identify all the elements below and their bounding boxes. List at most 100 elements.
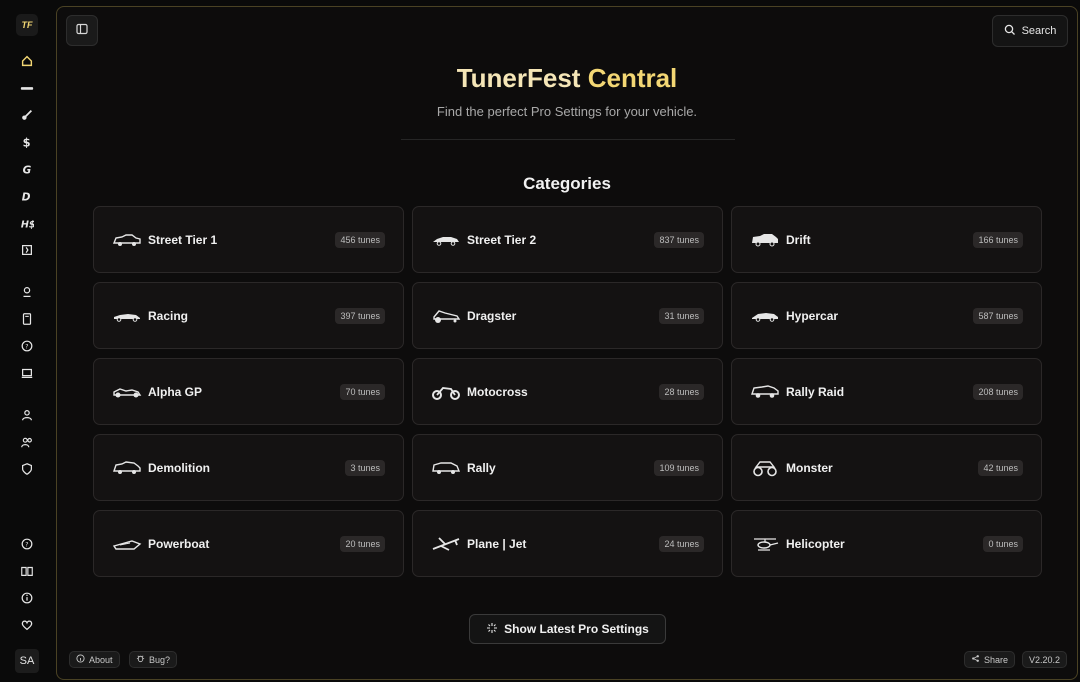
about-button[interactable]: About: [69, 651, 120, 668]
categories-heading: Categories: [523, 174, 611, 193]
category-label: Powerboat: [148, 536, 210, 551]
category-card[interactable]: Powerboat 20 tunes: [93, 510, 404, 577]
hypercar-icon: [750, 307, 780, 325]
helicopter-icon: [750, 535, 780, 553]
tune-count-badge: 31 tunes: [659, 307, 704, 324]
car-icon[interactable]: [18, 79, 36, 97]
categories-grid: Street Tier 1 456 tunes Street Tier 2 837 t…: [93, 206, 1042, 577]
demolition-car-icon: [112, 459, 142, 477]
category-card[interactable]: Rally Raid 208 tunes: [731, 358, 1042, 425]
tune-count-badge: 837 tunes: [654, 231, 704, 248]
hs-icon[interactable]: H$: [18, 214, 36, 232]
tune-count-badge: 0 tunes: [983, 535, 1023, 552]
category-card[interactable]: Alpha GP 70 tunes: [93, 358, 404, 425]
drift-car-icon: [750, 231, 780, 249]
show-latest-button[interactable]: Show Latest Pro Settings: [469, 614, 666, 644]
map-pin-icon[interactable]: [18, 283, 36, 301]
category-label: Drift: [786, 232, 811, 247]
flag-icon[interactable]: [18, 241, 36, 259]
app-logo[interactable]: TF: [16, 14, 38, 36]
motorbike-icon: [431, 383, 461, 401]
home-icon[interactable]: [18, 52, 36, 70]
category-card[interactable]: Dragster 31 tunes: [412, 282, 723, 349]
sidebar-toggle-icon: [76, 22, 88, 40]
tune-count-badge: 587 tunes: [973, 307, 1023, 324]
page-title: TunerFest Central: [57, 63, 1077, 94]
category-label: Plane | Jet: [467, 536, 527, 551]
monster-truck-icon: [750, 459, 780, 477]
tune-count-badge: 28 tunes: [659, 383, 704, 400]
category-label: Alpha GP: [148, 384, 203, 399]
help-icon[interactable]: ?: [18, 337, 36, 355]
gauge-icon[interactable]: G: [18, 160, 36, 178]
bug-icon: [136, 654, 145, 665]
category-label: Motocross: [467, 384, 528, 399]
category-card[interactable]: Hypercar 587 tunes: [731, 282, 1042, 349]
category-label: Street Tier 2: [467, 232, 537, 247]
help-circle-icon[interactable]: ?: [18, 535, 36, 553]
category-label: Rally Raid: [786, 384, 845, 399]
info-icon[interactable]: [18, 589, 36, 607]
category-card[interactable]: Racing 397 tunes: [93, 282, 404, 349]
sidebar-rail: TF $ G D H$ ? ?: [0, 0, 56, 682]
search-label: Search: [1021, 25, 1057, 37]
category-card[interactable]: Drift 166 tunes: [731, 206, 1042, 273]
street-car-icon: [112, 231, 142, 249]
users-icon[interactable]: [18, 433, 36, 451]
category-label: Hypercar: [786, 308, 839, 323]
show-latest-label: Show Latest Pro Settings: [504, 622, 649, 636]
speed-icon[interactable]: D: [18, 187, 36, 205]
formula-car-icon: [112, 383, 142, 401]
svg-text:H$: H$: [21, 219, 34, 230]
category-card[interactable]: Street Tier 2 837 tunes: [412, 206, 723, 273]
category-card[interactable]: Street Tier 1 456 tunes: [93, 206, 404, 273]
svg-text:G: G: [23, 164, 32, 176]
bug-button[interactable]: Bug?: [129, 651, 178, 668]
rally-car-icon: [431, 459, 461, 477]
tune-count-badge: 24 tunes: [659, 535, 704, 552]
svg-text:?: ?: [25, 542, 28, 549]
category-label: Street Tier 1: [148, 232, 218, 247]
category-label: Racing: [148, 308, 189, 323]
tune-count-badge: 42 tunes: [978, 459, 1023, 476]
rally-raid-icon: [750, 383, 780, 401]
category-card[interactable]: Demolition 3 tunes: [93, 434, 404, 501]
guitar-icon[interactable]: [18, 106, 36, 124]
category-card[interactable]: Helicopter 0 tunes: [731, 510, 1042, 577]
monitor-icon[interactable]: [18, 364, 36, 382]
category-label: Monster: [786, 460, 833, 475]
bug-label: Bug?: [149, 654, 171, 665]
shield-icon[interactable]: [18, 460, 36, 478]
svg-text:?: ?: [25, 344, 28, 351]
tune-count-badge: 3 tunes: [345, 459, 385, 476]
book-icon[interactable]: [18, 310, 36, 328]
info-small-icon: [76, 654, 85, 665]
heart-icon[interactable]: [18, 616, 36, 634]
book-open-icon[interactable]: [18, 562, 36, 580]
search-icon: [1004, 24, 1016, 39]
search-button[interactable]: Search: [992, 15, 1068, 47]
category-label: Rally: [467, 460, 496, 475]
sparkle-icon: [486, 622, 498, 637]
user-avatar[interactable]: SA: [15, 649, 39, 673]
page-subtitle: Find the perfect Pro Settings for your v…: [436, 104, 698, 119]
version-badge: V2.20.2: [1022, 651, 1068, 668]
tune-count-badge: 397 tunes: [335, 307, 385, 324]
share-button[interactable]: Share: [964, 651, 1016, 668]
share-label: Share: [984, 654, 1009, 665]
sidebar-toggle-button[interactable]: [66, 15, 98, 46]
sports-car-icon: [431, 231, 461, 249]
category-card[interactable]: Monster 42 tunes: [731, 434, 1042, 501]
tune-count-badge: 456 tunes: [335, 231, 385, 248]
category-card[interactable]: Plane | Jet 24 tunes: [412, 510, 723, 577]
user-icon[interactable]: [18, 406, 36, 424]
divider: [401, 139, 735, 140]
dollar-icon[interactable]: $: [18, 133, 36, 151]
svg-text:D: D: [22, 191, 31, 203]
plane-icon: [431, 535, 461, 553]
main-panel: Search TunerFest Central Find the perfec…: [56, 6, 1078, 680]
category-card[interactable]: Motocross 28 tunes: [412, 358, 723, 425]
tune-count-badge: 166 tunes: [973, 231, 1023, 248]
powerboat-icon: [112, 535, 142, 553]
category-card[interactable]: Rally 109 tunes: [412, 434, 723, 501]
